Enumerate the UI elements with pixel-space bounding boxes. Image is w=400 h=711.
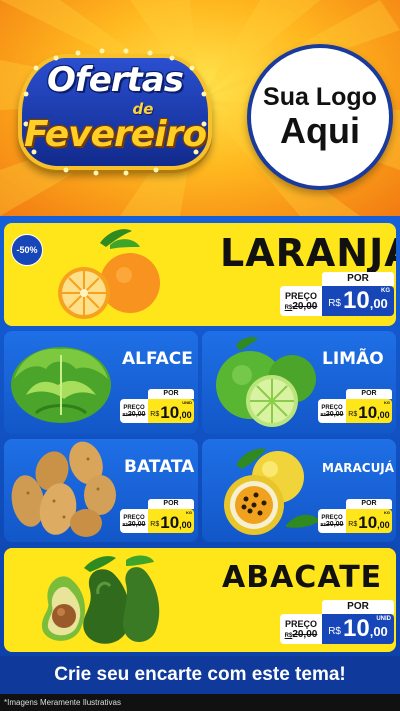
product-card-batata[interactable]: BATATA POR PREÇO R$20,00 R$ 10 ,00 KG [4, 439, 198, 542]
product-name: ALFACE [122, 349, 193, 369]
por-label: POR [148, 389, 194, 399]
old-price: R$20,00 [320, 410, 344, 418]
product-card-alface[interactable]: ALFACE POR PREÇO R$20,00 R$ 10 ,00 UNID [4, 331, 198, 434]
product-name: MARACUJÁ [322, 461, 395, 475]
old-price: R$20,00 [122, 520, 146, 528]
logo-text-line2: Aqui [280, 109, 360, 151]
avocado-icon [41, 555, 160, 644]
cta-banner[interactable]: Crie seu encarte com este tema! [0, 656, 400, 694]
por-label: POR [322, 600, 394, 614]
logo-placeholder[interactable]: Sua Logo Aqui [247, 44, 393, 190]
por-label: POR [346, 389, 392, 399]
product-name: LARANJA [220, 231, 396, 275]
header-banner: Ofertas de Fevereiro Sua Logo Aqui [0, 0, 400, 216]
price-tag: POR PREÇO R$20,00 R$ 10 ,00 UNID [280, 600, 394, 646]
new-price: R$ 10 ,00 KG [148, 509, 194, 533]
old-price: R$20,00 [122, 410, 146, 418]
lettuce-icon [11, 347, 111, 423]
product-card-abacate[interactable]: ABACATE POR PREÇO R$20,00 R$ 10 ,00 UNID [4, 548, 396, 652]
old-price: R$20,00 [284, 300, 318, 312]
potato-icon [11, 441, 116, 537]
new-price: R$ 10 ,00 KG [346, 509, 392, 533]
orange-icon [58, 229, 160, 319]
old-price-box: PREÇO R$20,00 [120, 509, 148, 533]
product-card-laranja[interactable]: -50% LARANJA POR PREÇO R$20,00 R$ 10 ,00… [4, 223, 396, 326]
por-label: POR [346, 499, 392, 509]
lime-icon [216, 337, 316, 427]
ofertas-de-fevereiro-badge: Ofertas de Fevereiro [6, 44, 224, 180]
old-price-box: PREÇO R$20,00 [120, 399, 148, 423]
old-price-box: PREÇO R$20,00 [318, 399, 346, 423]
price-tag: POR PREÇO R$20,00 R$ 10 ,00 KG [318, 389, 392, 425]
old-price-box: PREÇO R$20,00 [318, 509, 346, 533]
badge-title-fevereiro: Fevereiro [23, 114, 207, 155]
por-label: POR [322, 272, 394, 286]
disclaimer-text: *Imagens Meramente Ilustrativas [0, 694, 400, 711]
old-price-box: PREÇO R$20,00 [280, 286, 322, 316]
product-card-limao[interactable]: LIMÃO POR PREÇO R$20,00 R$ 10 ,00 KG [202, 331, 396, 434]
logo-text-line1: Sua Logo [263, 83, 377, 112]
product-name: ABACATE [222, 560, 383, 595]
old-price: R$20,00 [320, 520, 344, 528]
old-price-box: PREÇO R$20,00 [280, 614, 322, 644]
product-name: BATATA [124, 457, 195, 477]
price-tag: POR PREÇO R$20,00 R$ 10 ,00 KG [280, 272, 394, 318]
price-tag: POR PREÇO R$20,00 R$ 10 ,00 KG [120, 499, 194, 535]
discount-badge: -50% [11, 234, 43, 266]
badge-title-ofertas: Ofertas [47, 60, 184, 100]
old-price: R$20,00 [284, 628, 318, 640]
passion-fruit-icon [224, 448, 320, 535]
preco-label: PREÇO [284, 290, 317, 301]
new-price: R$ 10 ,00 UNID [322, 614, 394, 644]
price-tag: POR PREÇO R$20,00 R$ 10 ,00 KG [318, 499, 392, 535]
product-name: LIMÃO [322, 349, 384, 369]
new-price: R$ 10 ,00 KG [322, 286, 394, 316]
price-tag: POR PREÇO R$20,00 R$ 10 ,00 UNID [120, 389, 194, 425]
por-label: POR [148, 499, 194, 509]
preco-label: PREÇO [284, 618, 317, 629]
cta-text: Crie seu encarte com este tema! [54, 664, 346, 685]
new-price: R$ 10 ,00 KG [346, 399, 392, 423]
new-price: R$ 10 ,00 UNID [148, 399, 194, 423]
product-card-maracuja[interactable]: MARACUJÁ POR PREÇO R$20,00 R$ 10 ,00 KG [202, 439, 396, 542]
